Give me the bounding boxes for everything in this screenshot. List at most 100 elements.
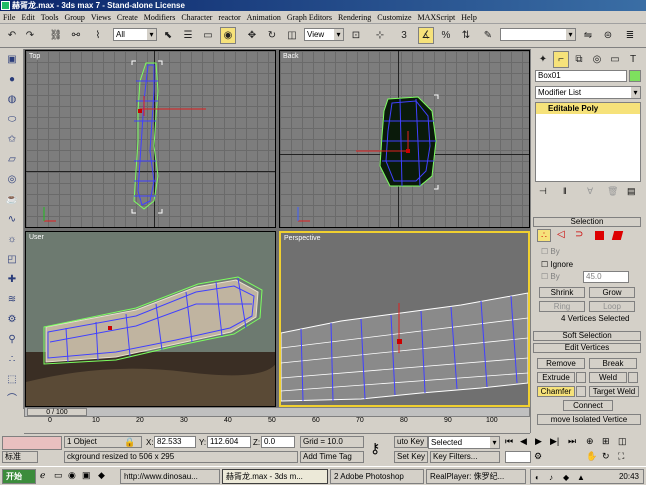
element-icon[interactable] [611,231,624,240]
zoom-icon[interactable]: ⊕ [586,436,594,447]
pin-stack-icon[interactable]: ⊣ [539,186,547,197]
goto-end-icon[interactable]: ⏭ [568,436,576,447]
task-realplayer[interactable]: RealPlayer: 侏罗纪... [426,469,526,484]
quicklaunch-desktop-icon[interactable]: ▭ [54,470,63,481]
add-time-tag-button[interactable]: Add Time Tag [300,451,364,463]
create-box-icon[interactable]: ▣ [2,50,22,69]
lock-selection-icon[interactable]: 🔒 [124,437,135,448]
link-icon[interactable]: ⛓ [48,27,64,44]
chamfer-button[interactable]: Chamfer [537,386,575,397]
key-icon[interactable]: ⚷ [370,440,380,457]
object-color-swatch[interactable] [629,70,641,82]
create-system-icon[interactable]: ⚙ [2,310,22,329]
viewport-back[interactable]: Back [279,50,530,228]
edit-vertices-rollout-header[interactable]: Edit Vertices [533,343,641,353]
select-by-name-icon[interactable]: ☰ [180,27,196,44]
task-3dsmax[interactable]: 赫胥龙.max - 3ds m... [222,469,328,484]
soft-selection-rollout-header[interactable]: Soft Selection [533,331,641,341]
menu-create[interactable]: Create [114,11,141,24]
extrude-settings-button[interactable] [576,372,586,383]
percent-snap-icon[interactable]: % [438,27,454,44]
modifier-list-dropdown[interactable]: Modifier List [535,86,641,99]
set-key-button[interactable]: Set Key [394,451,428,463]
extrude-button[interactable]: Extrude [537,372,575,383]
shrink-button[interactable]: Shrink [539,287,585,298]
angle-spinner[interactable]: 45.0 [583,271,629,283]
task-photoshop[interactable]: 2 Adobe Photoshop [330,469,424,484]
zoom-all-icon[interactable]: ⊞ [602,436,610,447]
create-camera-icon[interactable]: ◰ [2,250,22,269]
select-object-icon[interactable]: ⬉ [160,27,176,44]
menu-reactor[interactable]: reactor [215,11,243,24]
ref-coord-dropdown[interactable]: View [304,28,344,41]
quicklaunch-media-icon[interactable]: ◉ [68,470,76,481]
vertex-icon[interactable]: ∴ [537,229,551,242]
play-icon[interactable]: ▶ [535,436,542,447]
time-config-icon[interactable]: ⚙ [534,451,542,462]
task-browser[interactable]: http://www.dinosau... [120,469,220,484]
remove-button[interactable]: Remove [537,358,585,369]
menu-customize[interactable]: Customize [374,11,414,24]
nurbs-icon[interactable]: ⌒ [2,390,22,409]
create-light-icon[interactable]: ☼ [2,230,22,249]
zoom-extents-icon[interactable]: ◫ [618,436,627,447]
layer-manager-icon[interactable]: ≣ [622,27,638,44]
create-torus-icon[interactable]: ◎ [2,170,22,189]
redo-icon[interactable]: ↷ [22,27,38,44]
viewport-user[interactable]: User [25,231,276,407]
menu-edit[interactable]: Edit [18,11,37,24]
create-cylinder-icon[interactable]: ⬭ [2,110,22,129]
create-spacewarp-icon[interactable]: ≋ [2,290,22,309]
create-star-icon[interactable]: ✩ [2,130,22,149]
spinner-snap-icon[interactable]: ⇅ [458,27,474,44]
loop-button[interactable]: Loop [589,301,635,312]
pivot-center-icon[interactable]: ⊡ [348,27,364,44]
tray-icon[interactable]: ◆ [563,471,569,483]
utilities-tab-icon[interactable]: T [625,51,641,68]
menu-file[interactable]: File [0,11,18,24]
selection-rollout-header[interactable]: Selection [533,217,641,227]
rotate-icon[interactable]: ↻ [264,27,280,44]
object-name-field[interactable]: Box01 [535,70,627,82]
create-shape-icon[interactable]: ∿ [2,210,22,229]
configure-sets-icon[interactable]: ▤ [627,186,636,197]
weld-button[interactable]: Weld [589,372,627,383]
make-unique-icon[interactable]: ∀ [587,186,593,197]
viewport-top[interactable]: Top [25,50,276,228]
maxscript-listener-mini[interactable] [2,436,62,450]
by-vertex-checkbox[interactable]: ☐ By [541,247,560,256]
menu-group[interactable]: Group [61,11,87,24]
key-set-dropdown[interactable]: Selected [428,436,500,449]
prev-frame-icon[interactable]: ◀ [520,436,527,447]
remove-modifier-icon[interactable]: 🗑 [607,186,618,197]
motion-tab-icon[interactable]: ◎ [589,51,605,68]
create-plane-icon[interactable]: ▱ [2,150,22,169]
border-icon[interactable]: ⊃ [575,229,583,240]
ime-indicator[interactable]: 标准 [2,451,38,463]
weld-settings-button[interactable] [628,372,638,383]
undo-icon[interactable]: ↶ [4,27,20,44]
move-icon[interactable]: ✥ [244,27,260,44]
modify-tab-icon[interactable]: ⌐ [553,51,569,68]
show-end-result-icon[interactable]: ‖ [563,186,567,196]
target-weld-button[interactable]: Target Weld [589,386,639,397]
compound-icon[interactable]: ⬚ [2,370,22,389]
hierarchy-tab-icon[interactable]: ⧉ [571,51,587,68]
break-button[interactable]: Break [589,358,637,369]
scale-icon[interactable]: ◫ [284,27,300,44]
rect-selection-icon[interactable]: ▭ [200,27,216,44]
create-tab-icon[interactable]: ✦ [535,51,551,68]
menu-rendering[interactable]: Rendering [335,11,374,24]
pan-icon[interactable]: ✋ [586,451,597,462]
stack-item-editable-poly[interactable]: Editable Poly [536,103,640,114]
goto-start-icon[interactable]: ⏮ [505,436,513,447]
maximize-viewport-icon[interactable]: ⛶ [618,451,624,462]
quicklaunch-ie-icon[interactable]: ℯ [40,470,45,481]
tray-icon[interactable]: ♪ [549,471,553,483]
selection-filter-dropdown[interactable]: All [113,28,157,41]
mirror-icon[interactable]: ⇋ [580,27,596,44]
track-bar[interactable]: 0 10 20 30 40 50 60 70 80 90 100 [24,417,530,434]
z-coord-field[interactable]: 0.0 [261,436,295,448]
time-slider-thumb[interactable]: 0 / 100 [27,408,87,416]
grow-button[interactable]: Grow [589,287,635,298]
